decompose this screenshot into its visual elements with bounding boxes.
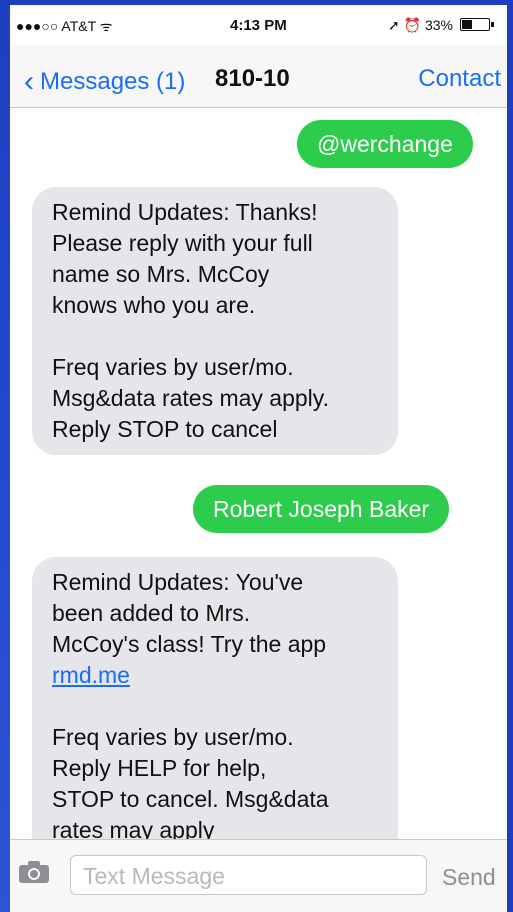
- battery-icon: [459, 18, 494, 31]
- message-input[interactable]: Text Message: [70, 855, 427, 895]
- camera-icon[interactable]: [18, 860, 50, 884]
- frame-right: [507, 0, 513, 912]
- send-button[interactable]: Send: [442, 864, 496, 891]
- contact-button[interactable]: Contact: [418, 65, 501, 93]
- status-time: 4:13 PM: [230, 17, 287, 34]
- frame-left: [0, 0, 10, 912]
- carrier-signal: ●●●○○ AT&T ᯤ: [16, 18, 113, 34]
- outgoing-message[interactable]: @werchange: [297, 120, 473, 168]
- outgoing-message[interactable]: Robert Joseph Baker: [193, 485, 450, 533]
- back-button[interactable]: ‹ Messages (1): [24, 63, 186, 98]
- status-bar: ●●●○○ AT&T ᯤ 4:13 PM ➚ ⏰ 33%: [10, 5, 507, 45]
- incoming-message[interactable]: Remind Updates: You've been added to Mrs…: [32, 557, 398, 839]
- message-text: Freq varies by user/mo. Reply HELP for h…: [52, 724, 329, 839]
- incoming-message[interactable]: Remind Updates: Thanks! Please reply wit…: [32, 187, 398, 455]
- phone-screen: ●●●○○ AT&T ᯤ 4:13 PM ➚ ⏰ 33% ‹ Messages (…: [10, 5, 507, 912]
- input-bar: Text Message Send: [10, 839, 507, 912]
- message-text: Remind Updates: You've been added to Mrs…: [52, 569, 327, 657]
- back-label: Messages (1): [40, 68, 186, 95]
- battery-percent: ➚ ⏰ 33%: [388, 17, 453, 33]
- navigation-bar: ‹ Messages (1) 810-10 Contact: [10, 45, 507, 108]
- chevron-left-icon: ‹: [24, 65, 34, 98]
- conversation-title: 810-10: [215, 65, 290, 92]
- status-indicators: ➚ ⏰ 33%: [388, 17, 494, 34]
- message-link[interactable]: rmd.me: [52, 662, 130, 688]
